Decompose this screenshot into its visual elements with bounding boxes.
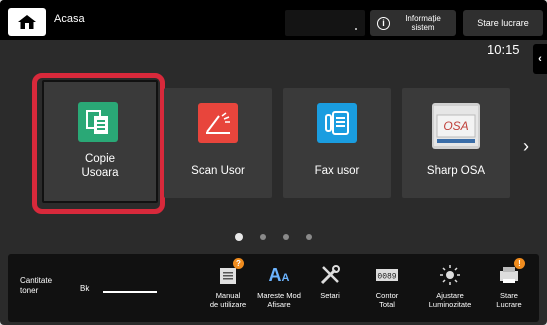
fax-icon <box>317 103 357 143</box>
font-size-icon: AA <box>268 264 290 285</box>
tile-fax-usor[interactable]: Fax usor <box>283 88 391 198</box>
tile-sharp-osa[interactable]: OSA Sharp OSA <box>402 88 510 198</box>
top-bar: Acasa i Informație sistem Stare lucrare <box>0 0 547 40</box>
svg-text:OSA: OSA <box>443 119 468 133</box>
brightness-icon <box>436 261 464 289</box>
bottom-item-label: Luminozitate <box>428 300 472 309</box>
info-icon: i <box>377 16 390 30</box>
toner-channel: Bk <box>80 284 90 293</box>
page-indicator <box>235 233 312 241</box>
message-area <box>285 10 365 36</box>
page-dot[interactable] <box>283 234 289 240</box>
settings-tools-icon <box>316 261 344 289</box>
toner-level-bar <box>103 291 157 293</box>
page-dot[interactable] <box>306 234 312 240</box>
home-button[interactable] <box>8 8 46 36</box>
toner-label: Cantitate toner <box>20 276 52 296</box>
bottom-item-label: Lucrare <box>496 300 522 309</box>
manual-icon: ? <box>214 258 244 289</box>
toner-label-line2: toner <box>20 286 39 295</box>
system-info-label: Informație sistem <box>405 14 441 32</box>
tile-copie-usoara[interactable]: Copie Usoara <box>42 80 158 203</box>
next-page-arrow[interactable]: › <box>523 136 529 157</box>
help-badge-icon: ? <box>233 258 244 269</box>
copy-icon <box>78 102 118 142</box>
job-status-shortcut[interactable]: ! Stare Lucrare <box>480 258 538 320</box>
bottom-item-label: Ajustare <box>436 291 464 300</box>
user-manual-button[interactable]: ? Manual de utilizare <box>199 258 257 320</box>
tile-label: Usoara <box>81 167 119 179</box>
home-screen: Acasa i Informație sistem Stare lucrare … <box>0 0 547 325</box>
tile-label: Copie <box>84 153 116 165</box>
bottom-item-label: Total <box>379 300 395 309</box>
settings-button[interactable]: Setari <box>301 258 359 320</box>
tile-label: Scan Usor <box>191 165 245 177</box>
page-title: Acasa <box>54 13 85 25</box>
bottom-item-label: de utilizare <box>209 300 247 309</box>
job-status-icon: ! <box>495 258 525 289</box>
enlarge-display-button[interactable]: AA Mareste Mod Afisare <box>250 258 308 320</box>
osa-icon: OSA <box>432 103 480 149</box>
bottom-bar: Cantitate toner Bk ? Manual de utilizare… <box>8 254 539 322</box>
bottom-item-label: Setari <box>320 291 340 300</box>
system-info-button[interactable]: i Informație sistem <box>370 10 456 36</box>
tile-scan-usor[interactable]: Scan Usor <box>164 88 272 198</box>
alert-badge-icon: ! <box>514 258 525 269</box>
svg-text:0089: 0089 <box>377 273 396 282</box>
total-count-button[interactable]: 0089 Contor Total <box>358 258 416 320</box>
tile-label: Fax usor <box>314 165 360 177</box>
chevron-left-icon: ‹ <box>538 53 542 65</box>
bottom-item-label: Contor <box>375 291 399 300</box>
counter-icon: 0089 <box>373 261 401 289</box>
tile-label: Sharp OSA <box>426 165 486 177</box>
job-status-button[interactable]: Stare lucrare <box>463 10 543 36</box>
brightness-button[interactable]: Ajustare Luminozitate <box>421 258 479 320</box>
scan-icon <box>198 103 238 143</box>
clock: 10:15 <box>487 42 520 57</box>
page-dot[interactable] <box>235 233 243 241</box>
page-dot[interactable] <box>260 234 266 240</box>
bottom-item-label: Manual <box>215 291 241 300</box>
bottom-item-label: Mareste Mod <box>257 291 301 300</box>
home-icon <box>18 15 36 29</box>
bottom-item-label: Stare <box>500 291 518 300</box>
side-panel-toggle[interactable]: ‹ <box>533 44 547 74</box>
bottom-item-label: Afisare <box>267 300 291 309</box>
toner-label-line1: Cantitate <box>20 276 53 285</box>
